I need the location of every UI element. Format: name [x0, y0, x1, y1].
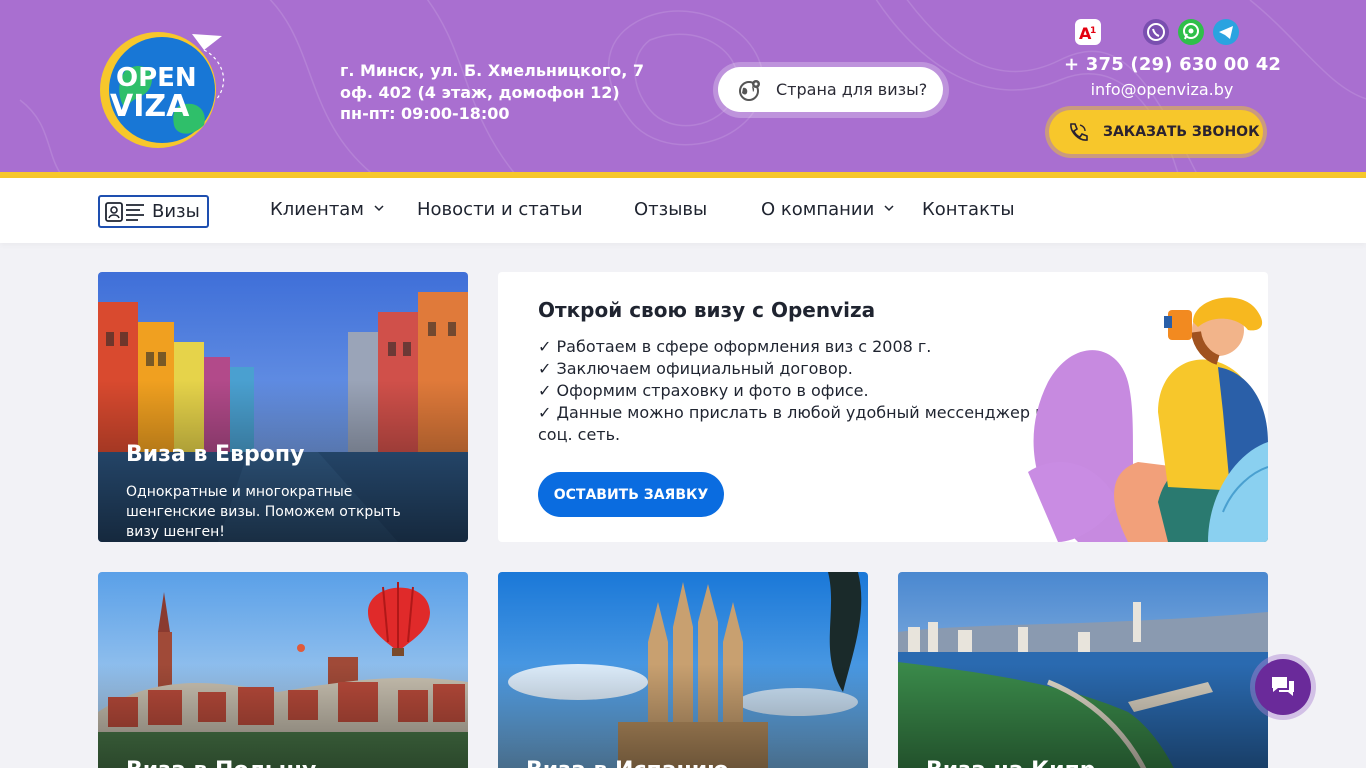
nav-item-label: О компании: [761, 199, 875, 220]
benefit-item: ✓ Оформим страховку и фото в офисе.: [538, 381, 869, 400]
benefit-item: ✓ Работаем в сфере оформления виз с 2008…: [538, 337, 932, 356]
submit-application-button[interactable]: ОСТАВИТЬ ЗАЯВКУ: [538, 472, 724, 517]
nav-item-contacts[interactable]: Контакты: [922, 199, 1015, 220]
chevron-down-icon: [374, 205, 384, 212]
globe-icon: [739, 79, 760, 101]
address-line-2: оф. 402 (4 этаж, домофон 12): [340, 82, 620, 102]
nav-item-label: Контакты: [922, 199, 1015, 220]
europe-visa-card[interactable]: Виза в Европу Однократные и многократные…: [98, 272, 468, 542]
nav-item-label: Клиентам: [270, 199, 364, 220]
card-title: Виза в Европу: [126, 442, 305, 467]
card-overlay: [98, 664, 468, 768]
promo-title: Открой свою визу с Openviza: [538, 298, 876, 322]
nav-item-label: Отзывы: [634, 199, 708, 220]
country-selector-button[interactable]: Страна для визы?: [713, 62, 949, 118]
address-line-1: г. Минск, ул. Б. Хмельницкого, 7: [340, 61, 645, 80]
card-description: Однократные и многократные шенгенские ви…: [126, 484, 401, 540]
openviza-logo[interactable]: OPEN VIZA: [96, 30, 230, 148]
traveler-illustration: [1028, 297, 1268, 542]
visas-menu-button[interactable]: Визы: [98, 195, 209, 228]
country-selector-label: Страна для визы?: [776, 80, 928, 99]
card-title: Виза в Испанию: [526, 758, 729, 768]
chevron-down-icon: [884, 205, 894, 212]
nav-item-about[interactable]: О компании: [761, 199, 894, 220]
whatsapp-icon[interactable]: [1178, 19, 1204, 45]
benefit-item: ✓ Данные можно прислать в любой удобный …: [538, 403, 1067, 444]
poland-visa-card[interactable]: Виза в Польшу: [98, 572, 468, 768]
country-selector-inner[interactable]: Страна для визы?: [718, 67, 943, 112]
messenger-links: A1: [1075, 19, 1245, 47]
nav-item-reviews[interactable]: Отзывы: [634, 199, 707, 220]
card-title: Виза на Кипр: [926, 758, 1096, 768]
svg-text:1: 1: [1090, 26, 1096, 36]
promo-benefits-list: ✓ Работаем в сфере оформления виз с 2008…: [538, 336, 1078, 446]
office-address: г. Минск, ул. Б. Хмельницкого, 7 оф. 402…: [340, 60, 644, 125]
card-overlay: [498, 664, 868, 768]
chat-widget-inner[interactable]: [1255, 659, 1311, 715]
promo-block: Открой свою визу с Openviza ✓ Работаем в…: [498, 272, 1268, 542]
cyprus-visa-card[interactable]: Виза на Кипр: [898, 572, 1268, 768]
request-call-button[interactable]: ЗАКАЗАТЬ ЗВОНОК: [1045, 106, 1267, 158]
telegram-icon[interactable]: [1213, 19, 1239, 45]
nav-item-label: Новости и статьи: [417, 199, 583, 220]
nav-item-news[interactable]: Новости и статьи: [417, 199, 583, 220]
benefit-item: ✓ Заключаем официальный договор.: [538, 359, 853, 378]
chat-widget-button[interactable]: [1250, 654, 1316, 720]
email-link[interactable]: info@openviza.by: [1064, 80, 1260, 99]
card-overlay: [898, 664, 1268, 768]
site-header: OPEN VIZA г. Минск, ул. Б. Хмельницкого,…: [0, 0, 1366, 172]
visas-menu-label: Визы: [152, 201, 200, 222]
chat-bubbles-icon: [1272, 677, 1294, 696]
phone-number[interactable]: + 375 (29) 630 00 42: [1064, 54, 1281, 75]
passport-list-icon: [105, 201, 144, 222]
request-call-label: ЗАКАЗАТЬ ЗВОНОК: [1103, 124, 1260, 140]
phone-icon: [1070, 123, 1088, 141]
card-title: Виза в Польшу: [126, 758, 316, 768]
request-call-inner[interactable]: ЗАКАЗАТЬ ЗВОНОК: [1049, 110, 1263, 154]
viber-icon[interactable]: [1143, 19, 1169, 45]
a1-icon[interactable]: A1: [1075, 19, 1101, 45]
spain-visa-card[interactable]: Виза в Испанию: [498, 572, 868, 768]
svg-text:VIZA: VIZA: [110, 89, 190, 124]
working-hours: пн-пт: 09:00-18:00: [340, 104, 510, 123]
main-navigation: Визы Клиентам Новости и статьи Отзывы О …: [0, 178, 1366, 243]
nav-item-clients[interactable]: Клиентам: [270, 199, 384, 220]
